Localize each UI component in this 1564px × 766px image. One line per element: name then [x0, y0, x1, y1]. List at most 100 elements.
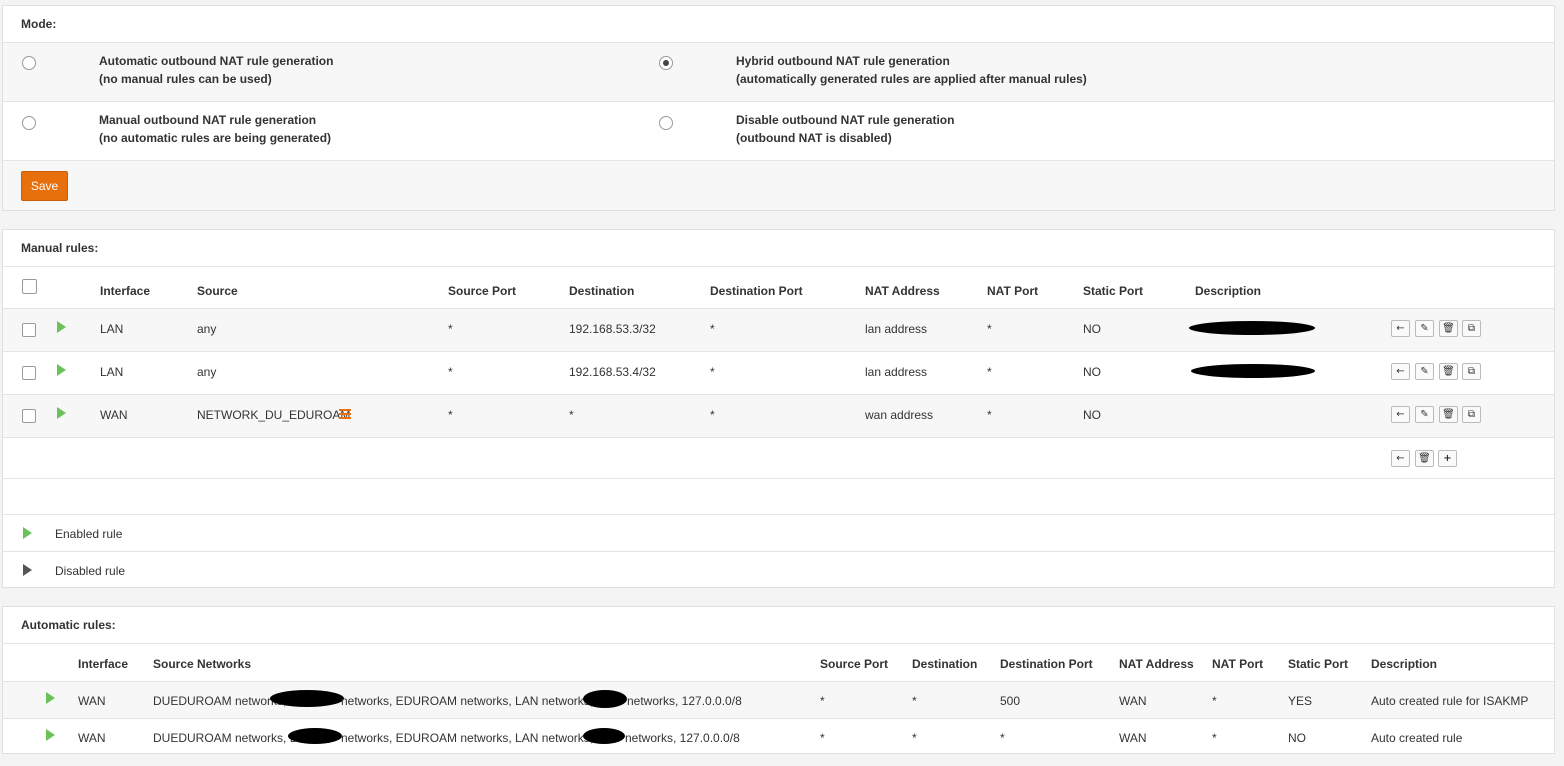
cell-source-c: networks, 127.0.0.0/8 — [627, 694, 742, 708]
radio-manual[interactable] — [22, 116, 36, 130]
edit-button[interactable]: ✎ — [1415, 406, 1434, 423]
manual-rules-panel: Manual rules: Interface Source Source Po… — [2, 229, 1555, 588]
delete-button[interactable]: 🗑 — [1439, 363, 1458, 380]
cell-nat-port: * — [1212, 694, 1217, 708]
cell-destination-port: 500 — [1000, 694, 1021, 708]
cell-static-port: NO — [1288, 731, 1306, 745]
table-row: WAN NETWORK_DU_EDUROAM * * * wan address… — [3, 395, 1554, 438]
cell-source-b: networks, EDUROAM networks, LAN networks… — [341, 694, 594, 708]
mode-panel: Mode: Automatic outbound NAT rule genera… — [2, 5, 1555, 211]
option-disable-subtitle: (outbound NAT is disabled) — [736, 131, 892, 145]
select-all-checkbox[interactable] — [22, 279, 37, 294]
edit-button[interactable]: ✎ — [1415, 363, 1434, 380]
cell-source-port: * — [448, 322, 453, 336]
automatic-rules-header: Automatic rules: — [3, 607, 1554, 644]
radio-automatic[interactable] — [22, 56, 36, 70]
cell-destination-port: * — [710, 365, 715, 379]
trash-icon: 🗑 — [1442, 366, 1455, 377]
redacted-source — [288, 728, 342, 744]
cell-destination: * — [569, 408, 574, 422]
clone-button[interactable]: ⧉ — [1462, 406, 1481, 423]
enabled-rule-icon[interactable] — [57, 407, 66, 419]
arrow-left-icon: ← — [1396, 366, 1405, 377]
cell-interface: LAN — [100, 365, 124, 379]
cell-source-port: * — [820, 694, 825, 708]
radio-disable[interactable] — [659, 116, 673, 130]
option-disable: Disable outbound NAT rule generation (ou… — [736, 111, 954, 147]
row-checkbox[interactable] — [22, 323, 36, 337]
redacted-description — [1191, 364, 1315, 378]
delete-selected-button[interactable]: 🗑 — [1415, 450, 1434, 467]
add-rule-button[interactable]: + — [1438, 450, 1457, 467]
cell-source-port: * — [448, 408, 453, 422]
arrow-left-icon: ← — [1396, 409, 1405, 420]
col-description: Description — [1195, 284, 1262, 298]
bulk-actions-row: ← 🗑 + — [3, 438, 1554, 479]
col-static-port: Static Port — [1083, 284, 1144, 298]
save-button[interactable]: Save — [21, 171, 68, 201]
delete-button[interactable]: 🗑 — [1439, 320, 1458, 337]
copy-icon: ⧉ — [1467, 409, 1476, 420]
col-interface: Interface — [78, 657, 129, 671]
manual-rules-header: Manual rules: — [3, 230, 1554, 267]
cell-nat-address: WAN — [1119, 694, 1147, 708]
legend-disabled-label: Disabled rule — [55, 564, 126, 578]
cell-source-b: networks, EDUROAM networks, LAN networks… — [341, 731, 594, 745]
option-automatic-title: Automatic outbound NAT rule generation — [99, 54, 334, 68]
pencil-icon: ✎ — [1420, 323, 1429, 334]
col-source: Source — [197, 284, 238, 298]
disabled-rule-icon — [23, 564, 32, 576]
col-nat-port: NAT Port — [1212, 657, 1264, 671]
pencil-icon: ✎ — [1420, 366, 1429, 377]
option-disable-title: Disable outbound NAT rule generation — [736, 113, 955, 127]
cell-nat-address: wan address — [865, 408, 934, 422]
delete-button[interactable]: 🗑 — [1439, 406, 1458, 423]
cell-nat-address: lan address — [865, 322, 928, 336]
row-checkbox[interactable] — [22, 409, 36, 423]
cell-static-port: NO — [1083, 408, 1101, 422]
move-before-button[interactable]: ← — [1391, 406, 1410, 423]
alias-list-icon[interactable] — [339, 409, 351, 419]
trash-icon: 🗑 — [1442, 323, 1455, 334]
enabled-rule-icon[interactable] — [57, 364, 66, 376]
cell-nat-port: * — [1212, 731, 1217, 745]
cell-nat-port: * — [987, 322, 992, 336]
radio-hybrid[interactable] — [659, 56, 673, 70]
legend-enabled-label: Enabled rule — [55, 527, 123, 541]
cell-static-port: NO — [1083, 365, 1101, 379]
cell-destination-port: * — [710, 322, 715, 336]
mode-row-1: Automatic outbound NAT rule generation (… — [3, 43, 1554, 102]
option-manual-subtitle: (no automatic rules are being generated) — [99, 131, 332, 145]
cell-description: Auto created rule — [1371, 731, 1463, 745]
automatic-table-header: Interface Source Networks Source Port De… — [3, 644, 1554, 682]
enabled-rule-icon[interactable] — [57, 321, 66, 333]
copy-icon: ⧉ — [1467, 366, 1476, 377]
move-selected-button[interactable]: ← — [1391, 450, 1410, 467]
row-checkbox[interactable] — [22, 366, 36, 380]
manual-table-header: Interface Source Source Port Destination… — [3, 267, 1554, 309]
cell-source-port: * — [820, 731, 825, 745]
col-static-port: Static Port — [1288, 657, 1349, 671]
table-row: LAN any * 192.168.53.4/32 * lan address … — [3, 352, 1554, 395]
enabled-rule-icon — [46, 729, 55, 741]
table-row: LAN any * 192.168.53.3/32 * lan address … — [3, 309, 1554, 352]
col-destination-port: Destination Port — [1000, 657, 1093, 671]
col-interface: Interface — [100, 284, 151, 298]
trash-icon: 🗑 — [1442, 409, 1455, 420]
redacted-source — [270, 690, 344, 707]
cell-static-port: YES — [1288, 694, 1313, 708]
col-nat-address: NAT Address — [1119, 657, 1194, 671]
redacted-description — [1189, 321, 1315, 335]
trash-icon: 🗑 — [1418, 453, 1431, 464]
option-automatic: Automatic outbound NAT rule generation (… — [99, 52, 333, 88]
move-before-button[interactable]: ← — [1391, 320, 1410, 337]
legend-enabled-row: Enabled rule — [3, 515, 1554, 552]
clone-button[interactable]: ⧉ — [1462, 363, 1481, 380]
cell-static-port: NO — [1083, 322, 1101, 336]
move-before-button[interactable]: ← — [1391, 363, 1410, 380]
clone-button[interactable]: ⧉ — [1462, 320, 1481, 337]
col-description: Description — [1371, 657, 1438, 671]
col-nat-address: NAT Address — [865, 284, 940, 298]
edit-button[interactable]: ✎ — [1415, 320, 1434, 337]
mode-save-row: Save — [3, 161, 1554, 210]
